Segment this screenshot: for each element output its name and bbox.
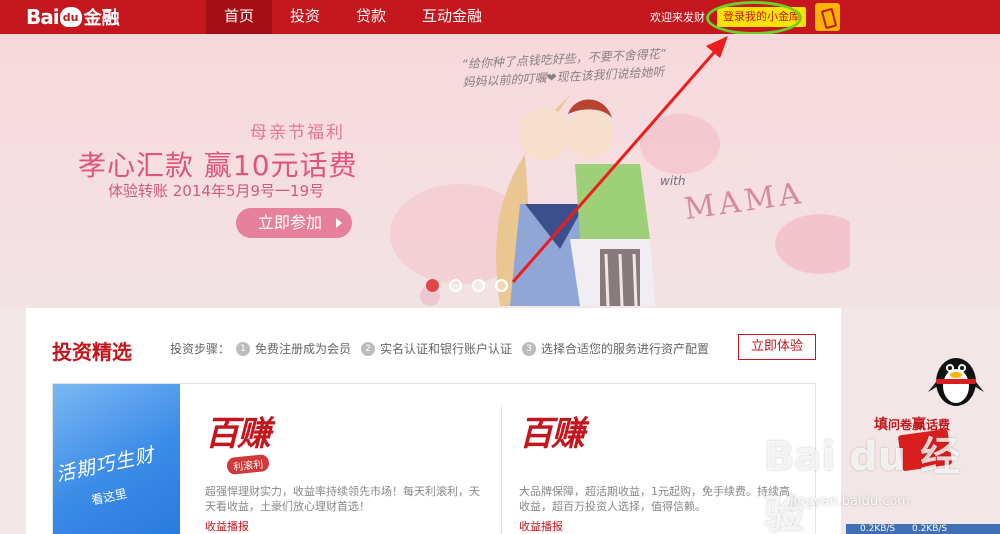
card-description: 超强悍理财实力，收益率持续领先市场！每天利滚利，天天看收益，土豪们放心理财首选！ — [205, 485, 480, 513]
logo-jinrong-text: 金融 — [83, 8, 120, 29]
step-number-badge: 2 — [361, 341, 376, 356]
survey-win-text: 赢 — [912, 417, 927, 433]
step-text: 选择合适您的服务进行资产配置 — [541, 342, 710, 356]
carousel-dot[interactable] — [426, 279, 439, 292]
baizhuan-logo: 百赚 — [205, 414, 271, 454]
card-description: 大品牌保障，超活期收益，1元起购，免手续费。持续高收益，超百万投资人选择，值得信… — [519, 485, 790, 513]
logo-bai-text: Bai — [26, 5, 60, 29]
baizhuan-logo: 百赚 — [519, 414, 585, 454]
nav-item-home[interactable]: 首页 — [206, 0, 272, 34]
banner-with-text: with — [660, 174, 686, 188]
step-item: 2 实名认证和银行账户认证 — [361, 340, 512, 357]
carousel-dot[interactable] — [449, 279, 462, 292]
survey-fill-text: 填 — [874, 417, 888, 433]
mobile-phone-icon[interactable] — [815, 3, 840, 31]
promo-link[interactable]: 看这里 — [90, 484, 129, 508]
step-item: 3 选择合适您的服务进行资产配置 — [522, 340, 709, 357]
join-now-label: 立即参加 — [258, 213, 323, 232]
welcome-text: 欢迎来发财 — [650, 11, 705, 24]
survey-questionnaire-text: 问卷 — [888, 418, 913, 432]
main-nav: 首页 投资 贷款 互动金融 — [206, 0, 500, 34]
step-text: 实名认证和银行账户认证 — [380, 342, 513, 356]
download-speed: 0.2KB/S — [912, 524, 948, 534]
step-text: 免费注册成为会员 — [255, 342, 352, 356]
step-item: 1 免费注册成为会员 — [236, 340, 351, 357]
qq-penguin-icon[interactable] — [922, 346, 990, 408]
earnings-report-link[interactable]: 收益播报 — [205, 518, 249, 534]
red-envelope-icon — [897, 428, 953, 472]
join-now-button[interactable]: 立即参加 — [236, 208, 352, 238]
nav-item-loan[interactable]: 贷款 — [338, 0, 404, 34]
product-card-baizhuan[interactable]: 百赚 大品牌保障，超活期收益，1元起购，免手续费。持续高收益，超百万投资人选择，… — [519, 384, 809, 534]
current-deposit-promo[interactable]: 活期巧生财 看这里 — [53, 384, 180, 534]
product-cards: 活期巧生财 看这里 百赚 利滚利 超强悍理财实力，收益率持续领先市场！每天利滚利… — [52, 383, 816, 534]
play-arrow-icon — [336, 218, 342, 228]
mothers-day-banner[interactable]: “给你种了点钱吃好些，不要不舍得花” 妈妈以前的叮嘱❤现在该我们说给她听 母亲节… — [0, 34, 1000, 306]
invest-steps: 投资步骤： 1 免费注册成为会员 2 实名认证和银行账户认证 3 选择合适您的服… — [170, 340, 719, 357]
upload-speed: 0.2KB/S — [860, 524, 896, 534]
banner-title: 孝心汇款 赢10元话费 — [78, 149, 358, 182]
top-navigation-bar: Bai du 金融 首页 投资 贷款 互动金融 欢迎来发财 登录我的小金库 — [0, 0, 1000, 34]
promo-title: 活期巧生财 — [54, 443, 157, 487]
try-now-button[interactable]: 立即体验 — [738, 334, 816, 360]
step-number-badge: 1 — [236, 341, 251, 356]
steps-label: 投资步骤： — [170, 342, 231, 356]
banner-date: 体验转账 2014年5月9号一19号 — [108, 182, 325, 200]
nav-item-interactive-finance[interactable]: 互动金融 — [404, 0, 500, 34]
banner-subtitle: 母亲节福利 — [250, 123, 345, 143]
lilunli-badge: 利滚利 — [226, 453, 270, 476]
product-card-baizhuan-lilunli[interactable]: 百赚 利滚利 超强悍理财实力，收益率持续领先市场！每天利滚利，天天看收益，土豪们… — [205, 384, 505, 534]
logo-paw-icon: du — [59, 7, 82, 27]
carousel-indicators — [426, 279, 508, 292]
carousel-dot[interactable] — [472, 279, 485, 292]
baidu-finance-logo[interactable]: Bai du 金融 — [26, 4, 120, 30]
login-my-vault-button[interactable]: 登录我的小金库 — [717, 7, 806, 27]
nav-item-invest[interactable]: 投资 — [272, 0, 338, 34]
step-number-badge: 3 — [522, 341, 537, 356]
carousel-dot[interactable] — [495, 279, 508, 292]
card-divider — [501, 406, 502, 534]
investment-picks-panel: 投资精选 投资步骤： 1 免费注册成为会员 2 实名认证和银行账户认证 3 选择… — [26, 308, 841, 534]
network-speed-bar: 0.2KB/S 0.2KB/S — [846, 524, 1000, 534]
earnings-report-link[interactable]: 收益播报 — [519, 518, 563, 534]
section-title: 投资精选 — [52, 340, 132, 364]
